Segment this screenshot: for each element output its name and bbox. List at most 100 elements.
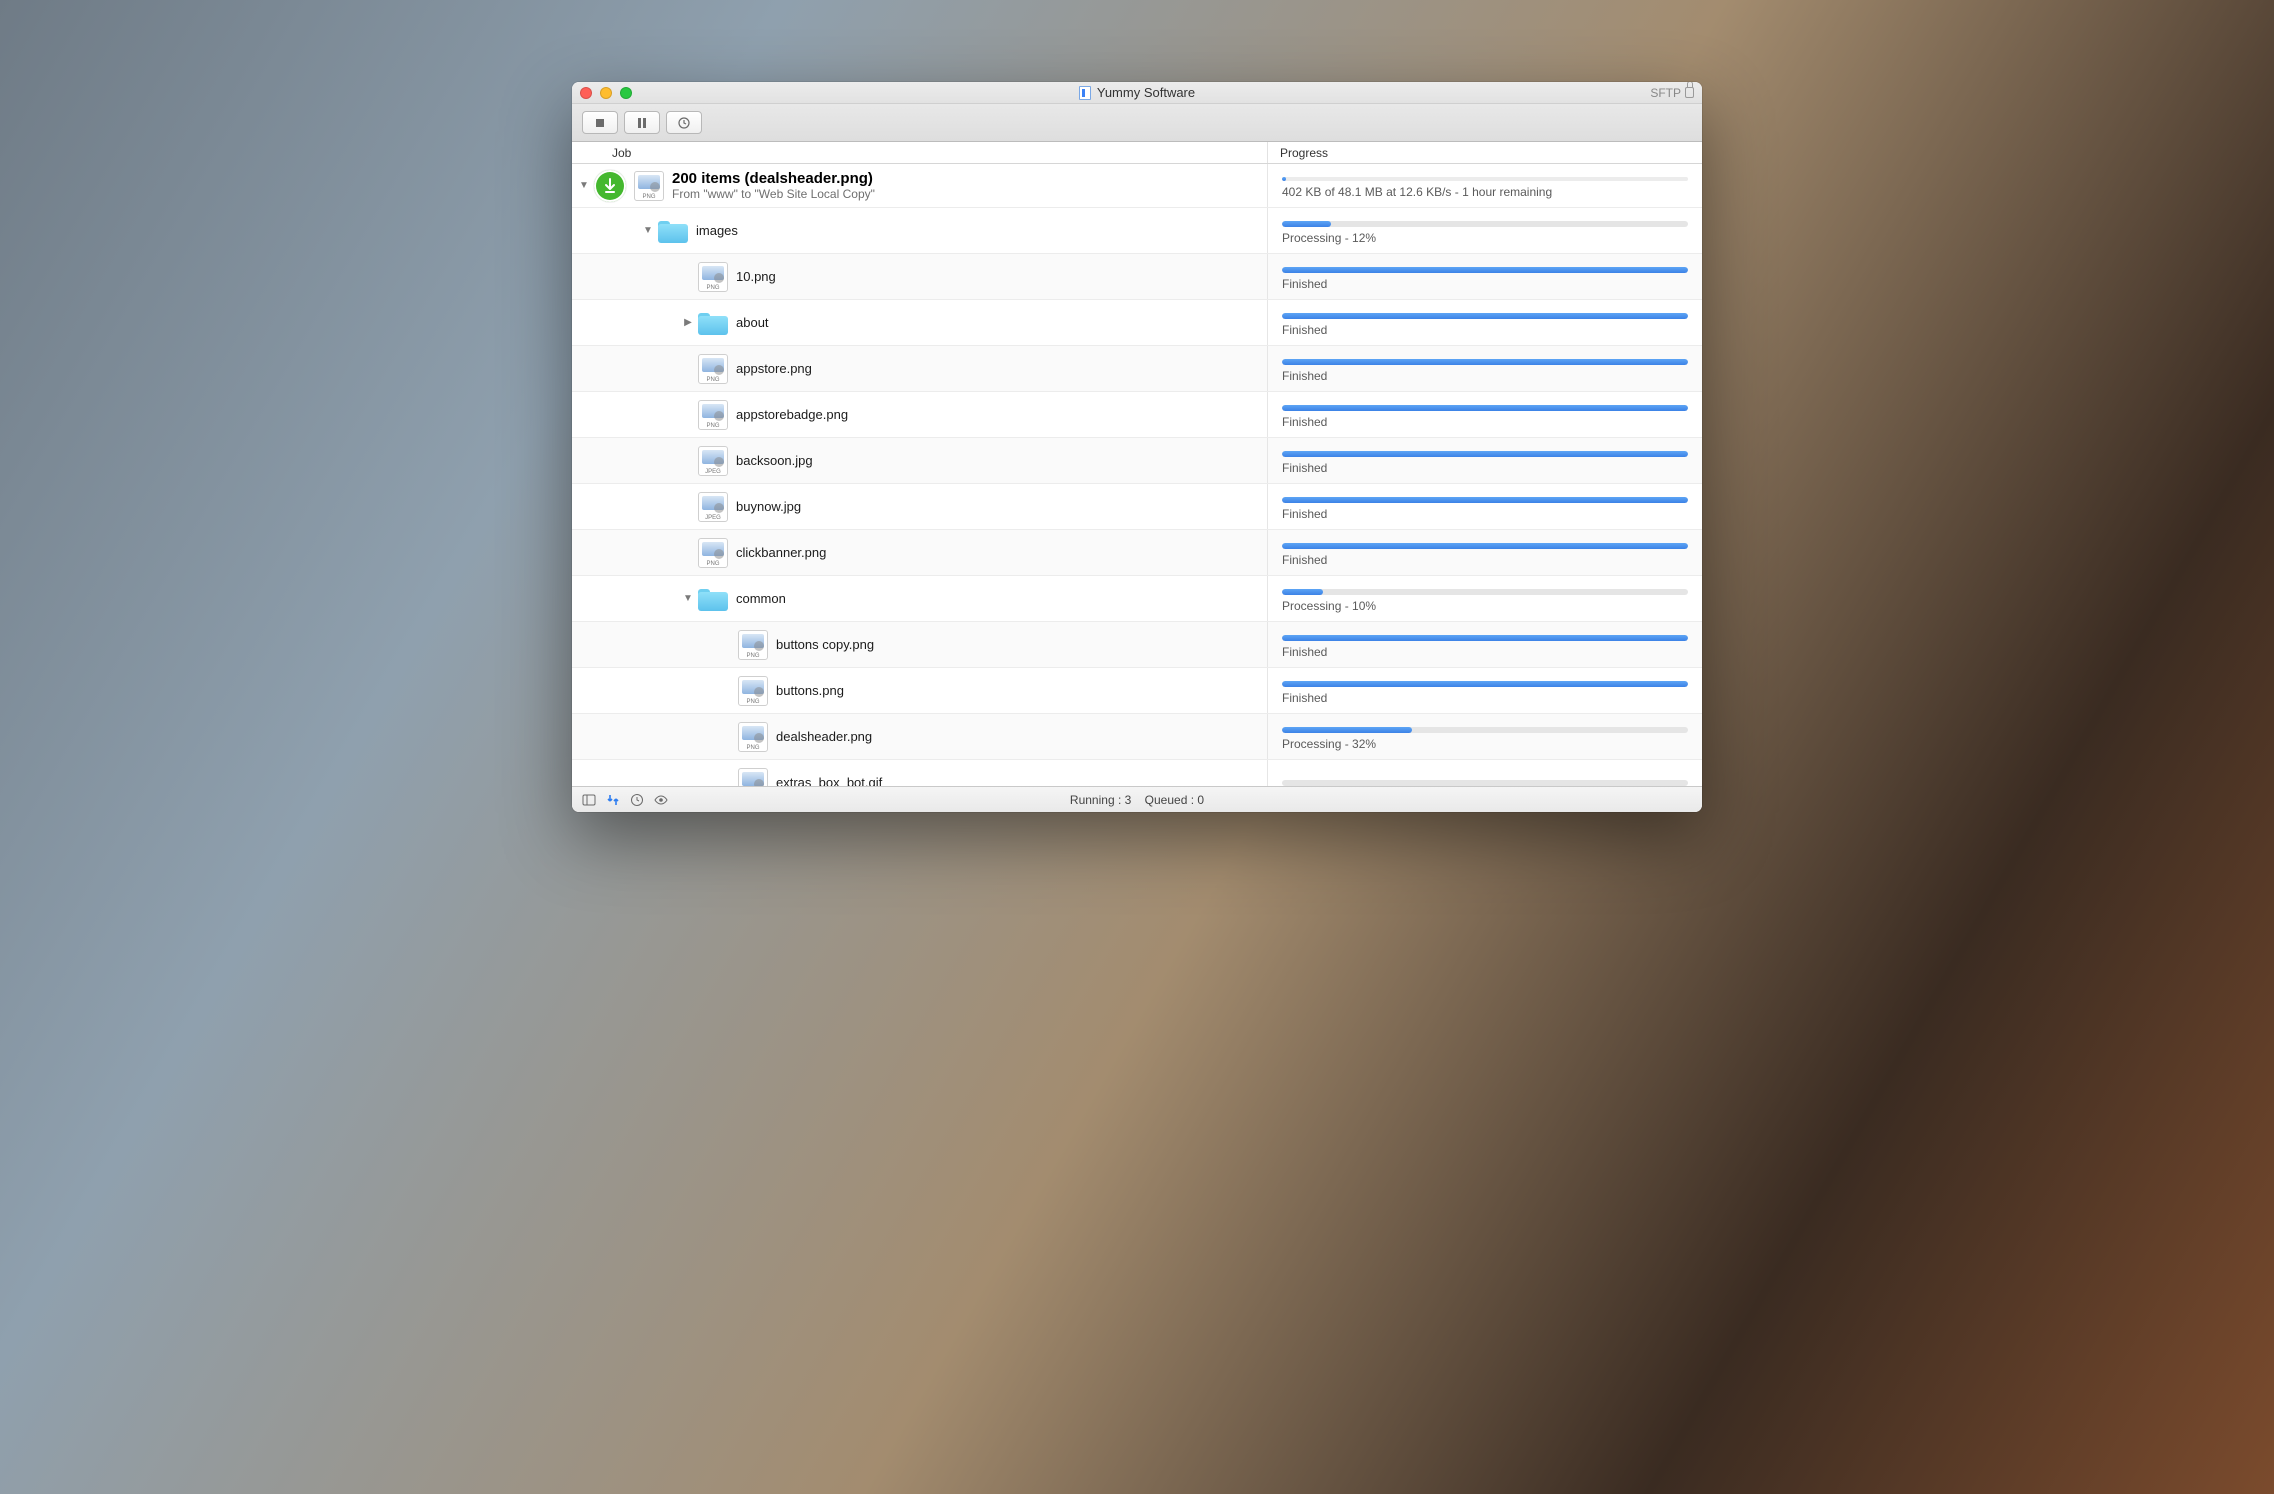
file-icon: PNG	[698, 538, 728, 568]
item-name: about	[736, 315, 769, 330]
queued-label: Queued :	[1145, 793, 1194, 807]
overall-progress-bar	[1282, 177, 1688, 181]
item-progress-bar	[1282, 543, 1688, 549]
item-progress-text: Finished	[1282, 277, 1688, 291]
job-subtitle: From "www" to "Web Site Local Copy"	[672, 187, 875, 201]
file-icon: GIF	[738, 768, 768, 787]
file-row[interactable]: PNG buttons.png Finished	[572, 668, 1702, 714]
running-count: 3	[1125, 793, 1132, 807]
file-row[interactable]: JPEG buynow.jpg Finished	[572, 484, 1702, 530]
schedule-button[interactable]	[666, 111, 702, 134]
file-row[interactable]: JPEG backsoon.jpg Finished	[572, 438, 1702, 484]
item-progress-text: Finished	[1282, 553, 1688, 567]
file-icon: JPEG	[698, 492, 728, 522]
item-progress-text: Finished	[1282, 369, 1688, 383]
item-name: buynow.jpg	[736, 499, 801, 514]
file-icon: PNG	[634, 171, 664, 201]
item-progress-text: Processing - 32%	[1282, 737, 1688, 751]
item-progress-bar	[1282, 313, 1688, 319]
status-bar: Running : 3 Queued : 0	[572, 786, 1702, 812]
file-icon: PNG	[698, 400, 728, 430]
item-name: appstorebadge.png	[736, 407, 848, 422]
item-progress-bar	[1282, 221, 1688, 227]
queued-count: 0	[1197, 793, 1204, 807]
file-row[interactable]: PNG clickbanner.png Finished	[572, 530, 1702, 576]
protocol-label: SFTP	[1650, 86, 1681, 100]
preview-icon[interactable]	[654, 793, 668, 807]
item-progress-bar	[1282, 635, 1688, 641]
item-name: images	[696, 223, 738, 238]
sync-icon[interactable]	[606, 793, 620, 807]
item-progress-bar	[1282, 681, 1688, 687]
toolbar	[572, 104, 1702, 142]
item-progress-bar	[1282, 451, 1688, 457]
item-progress-bar	[1282, 497, 1688, 503]
job-title: 200 items (dealsheader.png)	[672, 170, 875, 187]
file-row[interactable]: PNG buttons copy.png Finished	[572, 622, 1702, 668]
folder-icon	[698, 311, 728, 335]
folder-row[interactable]: ▶ about Finished	[572, 300, 1702, 346]
minimize-window-button[interactable]	[600, 87, 612, 99]
pause-button[interactable]	[624, 111, 660, 134]
item-progress-text: Finished	[1282, 691, 1688, 705]
connection-indicator: SFTP	[1650, 86, 1694, 100]
item-progress-bar	[1282, 267, 1688, 273]
item-progress-bar	[1282, 405, 1688, 411]
titlebar: Yummy Software SFTP	[572, 82, 1702, 104]
item-progress-bar	[1282, 589, 1688, 595]
app-icon	[1079, 86, 1091, 100]
item-progress-text: Processing - 10%	[1282, 599, 1688, 613]
folder-icon	[698, 587, 728, 611]
item-progress-text: Finished	[1282, 323, 1688, 337]
item-progress-bar	[1282, 727, 1688, 733]
job-row[interactable]: ▼ PNG 200 items (dealsheader.png) From "…	[572, 164, 1702, 208]
column-headers: Job Progress	[572, 142, 1702, 164]
item-name: clickbanner.png	[736, 545, 826, 560]
column-progress[interactable]: Progress	[1268, 142, 1702, 163]
folder-row[interactable]: ▼ images Processing - 12%	[572, 208, 1702, 254]
running-label: Running :	[1070, 793, 1121, 807]
file-row[interactable]: PNG 10.png Finished	[572, 254, 1702, 300]
item-name: dealsheader.png	[776, 729, 872, 744]
item-name: 10.png	[736, 269, 776, 284]
item-name: common	[736, 591, 786, 606]
zoom-window-button[interactable]	[620, 87, 632, 99]
item-progress-bar	[1282, 780, 1688, 786]
column-job[interactable]: Job	[572, 142, 1268, 163]
item-progress-text: Finished	[1282, 645, 1688, 659]
disclosure-triangle[interactable]: ▼	[578, 180, 590, 191]
file-icon: PNG	[738, 722, 768, 752]
sidebar-toggle-icon[interactable]	[582, 793, 596, 807]
download-icon	[594, 170, 626, 202]
history-icon[interactable]	[630, 793, 644, 807]
file-icon: JPEG	[698, 446, 728, 476]
item-progress-text: Finished	[1282, 461, 1688, 475]
file-icon: PNG	[738, 630, 768, 660]
file-row[interactable]: PNGappstore.pngFinished	[572, 346, 1702, 392]
file-row[interactable]: GIF extras_box_bot.gif	[572, 760, 1702, 786]
stop-button[interactable]	[582, 111, 618, 134]
item-name: backsoon.jpg	[736, 453, 813, 468]
lock-icon	[1685, 87, 1694, 98]
item-progress-text: Processing - 12%	[1282, 231, 1688, 245]
window-title: Yummy Software	[1097, 85, 1195, 100]
window-controls	[580, 87, 632, 99]
file-icon: PNG	[698, 262, 728, 292]
item-name: buttons copy.png	[776, 637, 874, 652]
disclosure-triangle[interactable]: ▼	[682, 593, 694, 604]
folder-icon	[658, 219, 688, 243]
file-icon: PNG	[738, 676, 768, 706]
file-row[interactable]: PNG dealsheader.png Processing - 32%	[572, 714, 1702, 760]
app-window: Yummy Software SFTP Job Progress ▼	[572, 82, 1702, 812]
close-window-button[interactable]	[580, 87, 592, 99]
file-row[interactable]: PNGappstorebadge.pngFinished	[572, 392, 1702, 438]
disclosure-triangle[interactable]: ▶	[682, 317, 694, 328]
overall-progress-text: 402 KB of 48.1 MB at 12.6 KB/s - 1 hour …	[1282, 185, 1688, 199]
disclosure-triangle[interactable]: ▼	[642, 225, 654, 236]
item-name: extras_box_bot.gif	[776, 775, 882, 786]
folder-row[interactable]: ▼ common Processing - 10%	[572, 576, 1702, 622]
transfer-list: ▼ PNG 200 items (dealsheader.png) From "…	[572, 164, 1702, 786]
item-name: buttons.png	[776, 683, 844, 698]
item-progress-text: Finished	[1282, 507, 1688, 521]
item-progress-bar	[1282, 359, 1688, 365]
